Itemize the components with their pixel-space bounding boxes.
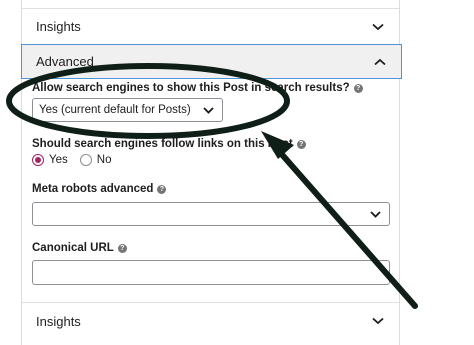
help-icon[interactable]: ?: [353, 83, 363, 93]
follow-links-yes-label[interactable]: Yes: [49, 154, 68, 166]
insights-title-top: Insights: [36, 19, 81, 34]
meta-robots-select[interactable]: [32, 202, 390, 226]
canonical-url-label: Canonical URL ?: [32, 242, 127, 254]
help-icon[interactable]: ?: [296, 139, 306, 149]
follow-links-yes-radio[interactable]: [32, 154, 44, 166]
help-icon[interactable]: ?: [117, 243, 127, 253]
follow-links-no-radio[interactable]: [79, 154, 92, 166]
follow-links-label: Should search engines follow links on th…: [32, 138, 306, 150]
follow-links-no-label[interactable]: No: [97, 154, 112, 166]
help-icon[interactable]: ?: [157, 184, 167, 194]
advanced-title: Advanced: [36, 54, 94, 69]
yoast-advanced-panel: Insights Advanced Allow search engines t…: [21, 0, 402, 345]
insights-section-header-top[interactable]: Insights: [22, 8, 399, 45]
chevron-down-icon: [370, 210, 381, 218]
search-results-select[interactable]: Yes (current default for Posts): [32, 98, 223, 122]
insights-title-bottom: Insights: [36, 313, 81, 329]
insights-section-header-bottom[interactable]: Insights: [22, 302, 399, 339]
canonical-url-input[interactable]: [32, 260, 390, 285]
chevron-down-icon: [371, 20, 385, 34]
search-results-label: Allow search engines to show this Post i…: [32, 82, 363, 94]
meta-robots-label: Meta robots advanced ?: [32, 183, 167, 195]
chevron-down-icon: [371, 314, 385, 328]
chevron-down-icon: [203, 106, 214, 114]
chevron-up-icon: [373, 55, 387, 69]
advanced-section-header[interactable]: Advanced: [21, 44, 402, 79]
search-results-select-value: Yes (current default for Posts): [39, 104, 191, 116]
follow-links-radio-group: Yes No: [32, 154, 123, 166]
